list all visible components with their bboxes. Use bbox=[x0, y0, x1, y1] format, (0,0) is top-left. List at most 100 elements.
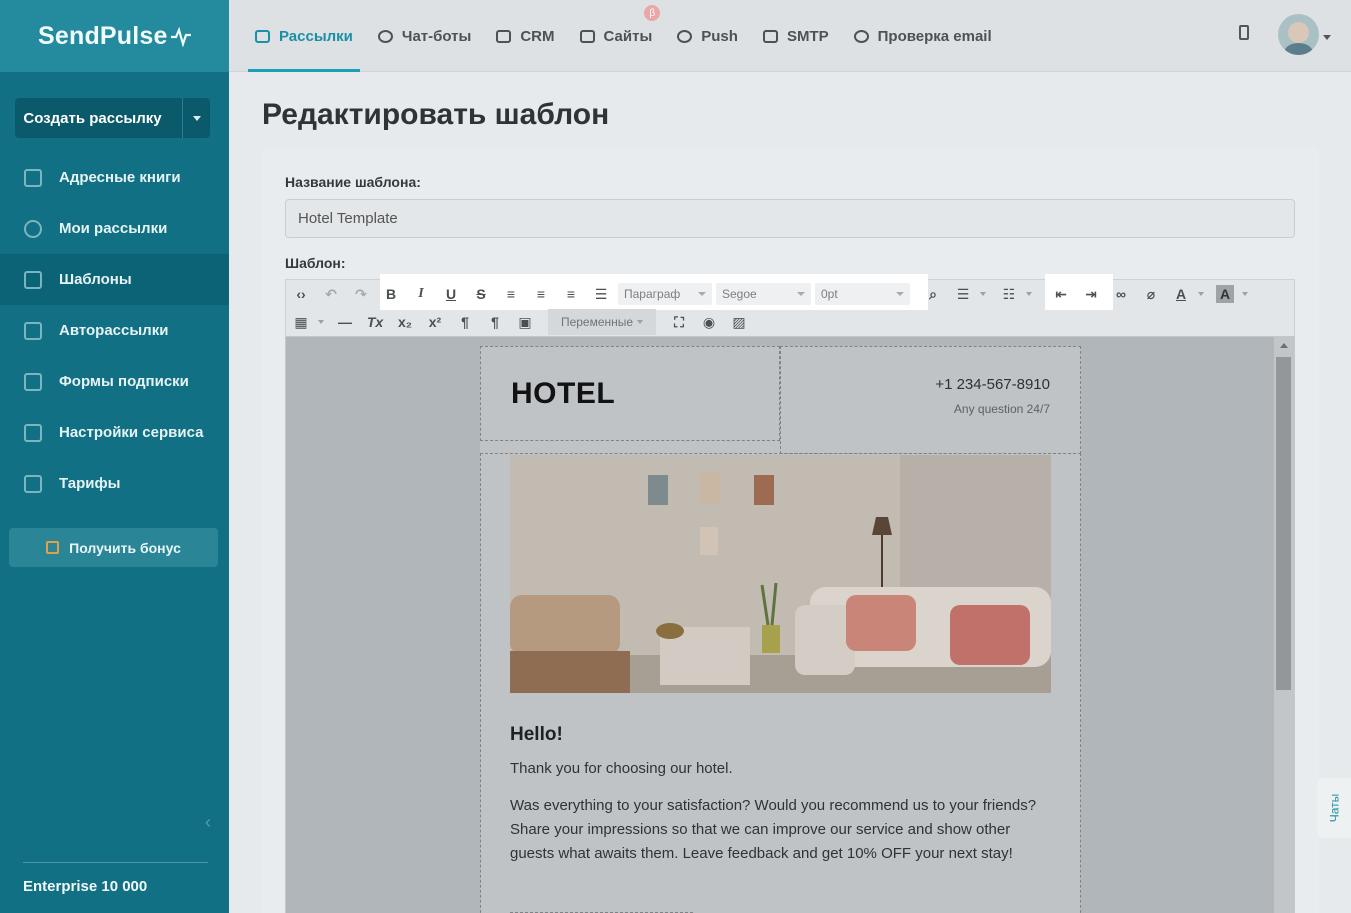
template-editor-canvas[interactable]: HOTEL +1 234-567-8910 Any question 24/7 bbox=[285, 336, 1295, 913]
unlink-icon[interactable]: ⌀ bbox=[1136, 281, 1166, 307]
sidebar-item-automation[interactable]: Авторассылки bbox=[0, 305, 229, 356]
tab-chatbots[interactable]: Чат-боты bbox=[377, 0, 472, 72]
show-blocks-icon[interactable]: ¶ bbox=[480, 309, 510, 335]
background-color-icon[interactable]: A bbox=[1216, 285, 1234, 303]
template-name-input[interactable] bbox=[285, 199, 1295, 238]
chevron-down-icon[interactable] bbox=[1323, 35, 1331, 40]
gift-icon bbox=[46, 541, 60, 554]
beta-badge: β bbox=[644, 5, 661, 21]
tab-label: SMTP bbox=[786, 27, 829, 45]
italic-icon[interactable]: I bbox=[406, 281, 436, 307]
sliders-icon bbox=[24, 423, 42, 442]
collapse-sidebar-icon[interactable]: ‹ bbox=[205, 812, 211, 833]
tab-smtp[interactable]: SMTP bbox=[762, 0, 829, 72]
divider bbox=[23, 862, 208, 863]
font-select[interactable]: Segoe bbox=[716, 283, 811, 305]
align-left-icon[interactable]: ≡ bbox=[496, 281, 526, 307]
tab-label: Чат-боты bbox=[401, 27, 472, 45]
paragraph-select-value: Параграф bbox=[624, 287, 681, 301]
horizontal-rule-icon[interactable]: — bbox=[330, 309, 360, 335]
form-icon bbox=[24, 372, 42, 391]
sidebar-item-forms[interactable]: Формы подписки bbox=[0, 356, 229, 407]
font-size-select-value: 0pt bbox=[821, 287, 838, 301]
template-blocks-icon[interactable]: ▣ bbox=[510, 309, 540, 335]
indent-icon[interactable]: ⇥ bbox=[1076, 281, 1106, 307]
sidebar-item-label: Адресные книги bbox=[59, 169, 181, 186]
create-campaign-button[interactable]: Создать рассылку bbox=[15, 98, 210, 138]
plan-name[interactable]: Enterprise 10 000 bbox=[23, 878, 147, 895]
template-icon bbox=[24, 270, 42, 289]
product-tabs: Рассылки Чат-боты CRM Сайты β Push SMTP П… bbox=[248, 0, 1017, 72]
email-preview: HOTEL +1 234-567-8910 Any question 24/7 bbox=[480, 346, 1081, 913]
table-icon[interactable]: ▦ bbox=[286, 309, 316, 335]
template-name-label: Название шаблона: bbox=[285, 174, 421, 190]
email-header-left[interactable]: HOTEL bbox=[480, 346, 780, 441]
create-campaign-dropdown[interactable] bbox=[182, 98, 210, 138]
sidebar-item-settings[interactable]: Настройки сервиса bbox=[0, 407, 229, 458]
get-bonus-button[interactable]: Получить бонус bbox=[9, 528, 218, 567]
toolbar-row-2: ▦ — Tx x₂ x² ¶ ¶ ▣ Переменные ⛶ ◉ ▨ bbox=[286, 308, 754, 336]
tab-campaigns[interactable]: Рассылки bbox=[248, 0, 360, 72]
chevron-down-icon[interactable] bbox=[1198, 292, 1204, 296]
align-center-icon[interactable]: ≡ bbox=[526, 281, 556, 307]
superscript-icon[interactable]: x² bbox=[420, 309, 450, 335]
find-icon[interactable]: ⌕ bbox=[918, 281, 948, 307]
chevron-down-icon[interactable] bbox=[318, 320, 324, 324]
clear-format-icon[interactable]: Tx bbox=[360, 309, 390, 335]
bold-icon[interactable]: B bbox=[376, 281, 406, 307]
avatar[interactable] bbox=[1278, 14, 1319, 55]
sidebar-item-address-books[interactable]: Адресные книги bbox=[0, 152, 229, 203]
tab-email-verify[interactable]: Проверка email bbox=[853, 0, 992, 72]
image-icon[interactable]: ▨ bbox=[724, 309, 754, 335]
email-body[interactable]: Hello! Thank you for choosing our hotel.… bbox=[480, 453, 1081, 913]
preview-eye-icon[interactable]: ◉ bbox=[694, 309, 724, 335]
tab-label: CRM bbox=[520, 27, 555, 45]
mobile-icon[interactable] bbox=[1239, 25, 1249, 40]
create-campaign-label: Создать рассылку bbox=[23, 109, 162, 127]
link-icon[interactable]: ∞ bbox=[1106, 281, 1136, 307]
variables-select-value: Переменные bbox=[560, 315, 634, 329]
chats-tab-label: Чаты bbox=[1327, 793, 1341, 823]
sidebar-item-pricing[interactable]: Тарифы bbox=[0, 458, 229, 509]
scroll-up-icon[interactable] bbox=[1280, 343, 1288, 348]
logo[interactable]: SendPulse bbox=[38, 22, 168, 51]
align-justify-icon[interactable]: ☰ bbox=[586, 281, 616, 307]
contact-phone: +1 234-567-8910 bbox=[935, 376, 1050, 393]
tab-crm[interactable]: CRM bbox=[496, 0, 555, 72]
align-right-icon[interactable]: ≡ bbox=[556, 281, 586, 307]
hotel-room-image[interactable] bbox=[510, 455, 1051, 693]
chevron-down-icon[interactable] bbox=[1242, 292, 1248, 296]
page-title: Редактировать шаблон bbox=[262, 98, 610, 131]
fullscreen-icon[interactable]: ⛶ bbox=[664, 309, 694, 335]
bullet-list-icon[interactable]: ☰ bbox=[948, 281, 978, 307]
scrollbar-thumb[interactable] bbox=[1276, 357, 1291, 690]
tab-label: Сайты bbox=[603, 27, 653, 45]
text-color-icon[interactable]: A bbox=[1166, 281, 1196, 307]
sidebar: SendPulse Создать рассылку Адресные книг… bbox=[0, 0, 229, 913]
paragraph-select[interactable]: Параграф bbox=[618, 283, 712, 305]
underline-icon[interactable]: U bbox=[436, 281, 466, 307]
chevron-down-icon[interactable] bbox=[1026, 292, 1032, 296]
strikethrough-icon[interactable]: S bbox=[466, 281, 496, 307]
sidebar-item-campaigns[interactable]: Мои рассылки bbox=[0, 203, 229, 254]
sidebar-item-templates[interactable]: Шаблоны bbox=[0, 254, 229, 305]
paragraph-direction-icon[interactable]: ¶ bbox=[450, 309, 480, 335]
tab-sites[interactable]: Сайты β bbox=[579, 0, 661, 72]
undo-icon[interactable]: ↶ bbox=[316, 281, 346, 307]
numbered-list-icon[interactable]: ☷ bbox=[994, 281, 1024, 307]
redo-icon[interactable]: ↷ bbox=[346, 281, 376, 307]
wallet-icon bbox=[24, 474, 42, 493]
email-header-right[interactable]: +1 234-567-8910 Any question 24/7 bbox=[780, 346, 1081, 454]
chevron-down-icon[interactable] bbox=[980, 292, 986, 296]
source-code-icon[interactable]: ‹› bbox=[286, 281, 316, 307]
outdent-icon[interactable]: ⇤ bbox=[1046, 281, 1076, 307]
subscript-icon[interactable]: x₂ bbox=[390, 309, 420, 335]
email-greeting: Hello! bbox=[510, 724, 563, 745]
variables-select[interactable]: Переменные bbox=[548, 309, 656, 335]
chats-tab[interactable]: Чаты bbox=[1317, 778, 1351, 838]
crm-icon bbox=[496, 29, 512, 43]
editor-scrollbar[interactable] bbox=[1274, 337, 1294, 913]
template-label: Шаблон: bbox=[285, 255, 346, 271]
tab-push[interactable]: Push bbox=[677, 0, 738, 72]
font-size-select[interactable]: 0pt bbox=[815, 283, 910, 305]
